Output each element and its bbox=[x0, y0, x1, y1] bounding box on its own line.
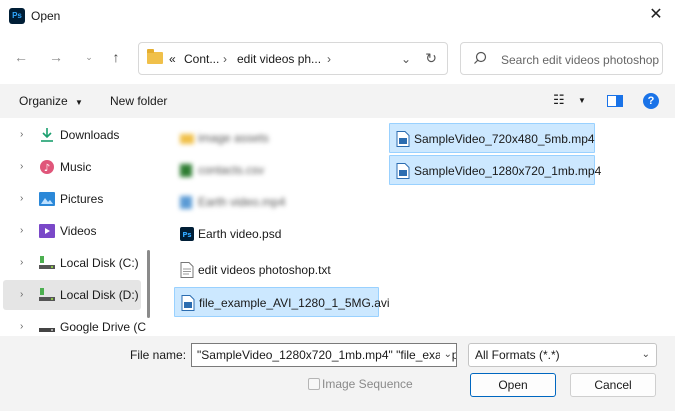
organize-label: Organize bbox=[19, 94, 68, 108]
file-name-value: "SampleVideo_1280x720_1mb.mp4" "file_exa… bbox=[197, 348, 456, 362]
navigation-pane: › Downloads › ♪ Music › Pictures › Video… bbox=[0, 118, 150, 336]
drive-icon bbox=[39, 328, 55, 332]
list-item[interactable]: Earth video.mp4 bbox=[174, 187, 374, 217]
open-button[interactable]: Open bbox=[470, 373, 556, 397]
bottom-panel: File name: "SampleVideo_1280x720_1mb.mp4… bbox=[0, 336, 675, 411]
sidebar-item-music[interactable]: › ♪ Music bbox=[3, 152, 141, 182]
list-item[interactable]: contacts.csv bbox=[174, 155, 374, 185]
navigation-bar: ← → ⌄ ↑ « Cont... › edit videos ph... › … bbox=[0, 38, 675, 78]
sidebar-item-label: Pictures bbox=[60, 192, 104, 206]
search-icon bbox=[474, 51, 487, 64]
address-dropdown-icon[interactable]: ⌄ bbox=[401, 52, 411, 66]
chevron-right-icon[interactable]: › bbox=[20, 161, 23, 172]
sidebar-item-label: Downloads bbox=[60, 128, 120, 142]
video-icon bbox=[180, 196, 192, 209]
file-name-input[interactable]: "SampleVideo_1280x720_1mb.mp4" "file_exa… bbox=[191, 343, 457, 367]
file-label: file_example_AVI_1280_1_5MG.avi bbox=[199, 296, 390, 310]
drive-icon bbox=[39, 288, 55, 301]
sidebar-item-label: Music bbox=[60, 160, 92, 174]
file-label: Earth video.psd bbox=[198, 227, 282, 241]
cancel-button[interactable]: Cancel bbox=[570, 373, 656, 397]
videos-icon bbox=[39, 224, 55, 238]
music-icon: ♪ bbox=[40, 160, 54, 174]
chevron-right-icon[interactable]: › bbox=[20, 129, 23, 140]
file-list: image assets contacts.csv Earth video.mp… bbox=[160, 118, 675, 336]
sidebar-item-downloads[interactable]: › Downloads bbox=[3, 120, 141, 150]
breadcrumb-separator-icon[interactable]: › bbox=[223, 52, 227, 66]
file-label: image assets bbox=[198, 131, 269, 145]
pictures-icon bbox=[39, 192, 55, 206]
list-item-selected[interactable]: file_example_AVI_1280_1_5MG.avi bbox=[174, 287, 390, 317]
list-item-selected[interactable]: SampleVideo_720x480_5mb.mp4 bbox=[389, 123, 595, 153]
folder-icon bbox=[147, 49, 163, 64]
title-bar: Ps Open ✕ bbox=[0, 0, 675, 32]
sidebar-item-google-drive[interactable]: › Google Drive (C bbox=[3, 312, 146, 336]
video-file-icon bbox=[396, 131, 410, 147]
sidebar-item-videos[interactable]: › Videos bbox=[3, 216, 141, 246]
text-file-icon bbox=[180, 262, 194, 278]
sidebar-scrollbar[interactable] bbox=[147, 250, 150, 318]
breadcrumb-overflow[interactable]: « bbox=[169, 52, 176, 66]
image-sequence-label: Image Sequence bbox=[322, 377, 413, 391]
file-label: contacts.csv bbox=[198, 163, 265, 177]
chevron-right-icon[interactable]: › bbox=[20, 321, 23, 332]
svg-text:♪: ♪ bbox=[44, 163, 50, 174]
help-icon[interactable]: ? bbox=[643, 93, 659, 109]
sidebar-item-local-disk-d[interactable]: › Local Disk (D:) bbox=[3, 280, 141, 310]
forward-arrow-icon[interactable]: → bbox=[47, 48, 65, 66]
sidebar-item-label: Local Disk (C:) bbox=[60, 256, 139, 270]
psd-icon: Ps bbox=[180, 227, 194, 241]
list-item[interactable]: Ps Earth video.psd bbox=[174, 219, 374, 249]
photoshop-icon: Ps bbox=[9, 8, 25, 24]
window-title: Open bbox=[31, 9, 61, 23]
file-type-select[interactable]: All Formats (*.*) ⌄ bbox=[468, 343, 657, 367]
close-icon[interactable]: ✕ bbox=[647, 6, 665, 24]
view-dropdown-icon[interactable]: ▼ bbox=[578, 96, 586, 105]
new-folder-button[interactable]: New folder bbox=[110, 94, 167, 108]
csv-icon bbox=[180, 164, 192, 177]
organize-dropdown-icon: ▼ bbox=[75, 98, 83, 107]
sidebar-item-pictures[interactable]: › Pictures bbox=[3, 184, 141, 214]
video-file-icon bbox=[181, 295, 195, 311]
chevron-down-icon[interactable]: ⌄ bbox=[439, 344, 452, 366]
list-item-selected[interactable]: SampleVideo_1280x720_1mb.mp4 bbox=[389, 155, 601, 185]
search-placeholder: Search edit videos photoshop bbox=[501, 53, 660, 67]
folder-icon bbox=[180, 134, 194, 144]
sidebar-item-label: Videos bbox=[60, 224, 97, 238]
sidebar-item-local-disk-c[interactable]: › Local Disk (C:) bbox=[3, 248, 141, 278]
file-label: SampleVideo_1280x720_1mb.mp4 bbox=[414, 164, 602, 178]
file-type-value: All Formats (*.*) bbox=[475, 348, 560, 362]
breadcrumb-edit-videos[interactable]: edit videos ph... bbox=[237, 52, 321, 66]
search-box[interactable]: Search edit videos photoshop bbox=[460, 42, 663, 75]
chevron-right-icon[interactable]: › bbox=[20, 193, 23, 204]
file-label: SampleVideo_720x480_5mb.mp4 bbox=[414, 132, 595, 146]
chevron-right-icon[interactable]: › bbox=[20, 257, 23, 268]
sidebar-item-label: Google Drive (C bbox=[60, 320, 147, 334]
preview-pane-icon[interactable] bbox=[607, 95, 623, 107]
list-item[interactable]: image assets bbox=[174, 123, 374, 153]
list-item[interactable]: edit videos photoshop.txt bbox=[174, 255, 374, 285]
organize-button[interactable]: Organize ▼ bbox=[19, 94, 83, 108]
chevron-right-icon[interactable]: › bbox=[20, 225, 23, 236]
image-sequence-checkbox[interactable] bbox=[308, 378, 320, 390]
download-icon bbox=[41, 128, 53, 142]
file-label: Earth video.mp4 bbox=[198, 195, 286, 209]
sidebar-item-label: Local Disk (D:) bbox=[60, 288, 139, 302]
breadcrumb-contents[interactable]: Cont... bbox=[184, 52, 219, 66]
breadcrumb-separator-icon[interactable]: › bbox=[327, 52, 331, 66]
view-details-icon[interactable]: ☷ bbox=[553, 92, 565, 108]
chevron-right-icon[interactable]: › bbox=[20, 289, 23, 300]
file-label: edit videos photoshop.txt bbox=[198, 263, 331, 277]
address-bar[interactable]: « Cont... › edit videos ph... › ⌄ ↻ bbox=[138, 42, 448, 75]
chevron-down-icon: ⌄ bbox=[641, 349, 650, 360]
refresh-icon[interactable]: ↻ bbox=[425, 50, 437, 67]
back-arrow-icon[interactable]: ← bbox=[12, 48, 30, 66]
up-arrow-icon[interactable]: ↑ bbox=[107, 48, 125, 66]
command-bar: Organize ▼ New folder ☷ ▼ ? bbox=[0, 84, 675, 118]
file-name-label: File name: bbox=[130, 348, 187, 362]
svg-text:Ps: Ps bbox=[182, 231, 191, 239]
video-file-icon bbox=[396, 163, 410, 179]
drive-icon bbox=[39, 256, 55, 269]
recent-locations-chevron-icon[interactable]: ⌄ bbox=[80, 48, 98, 66]
